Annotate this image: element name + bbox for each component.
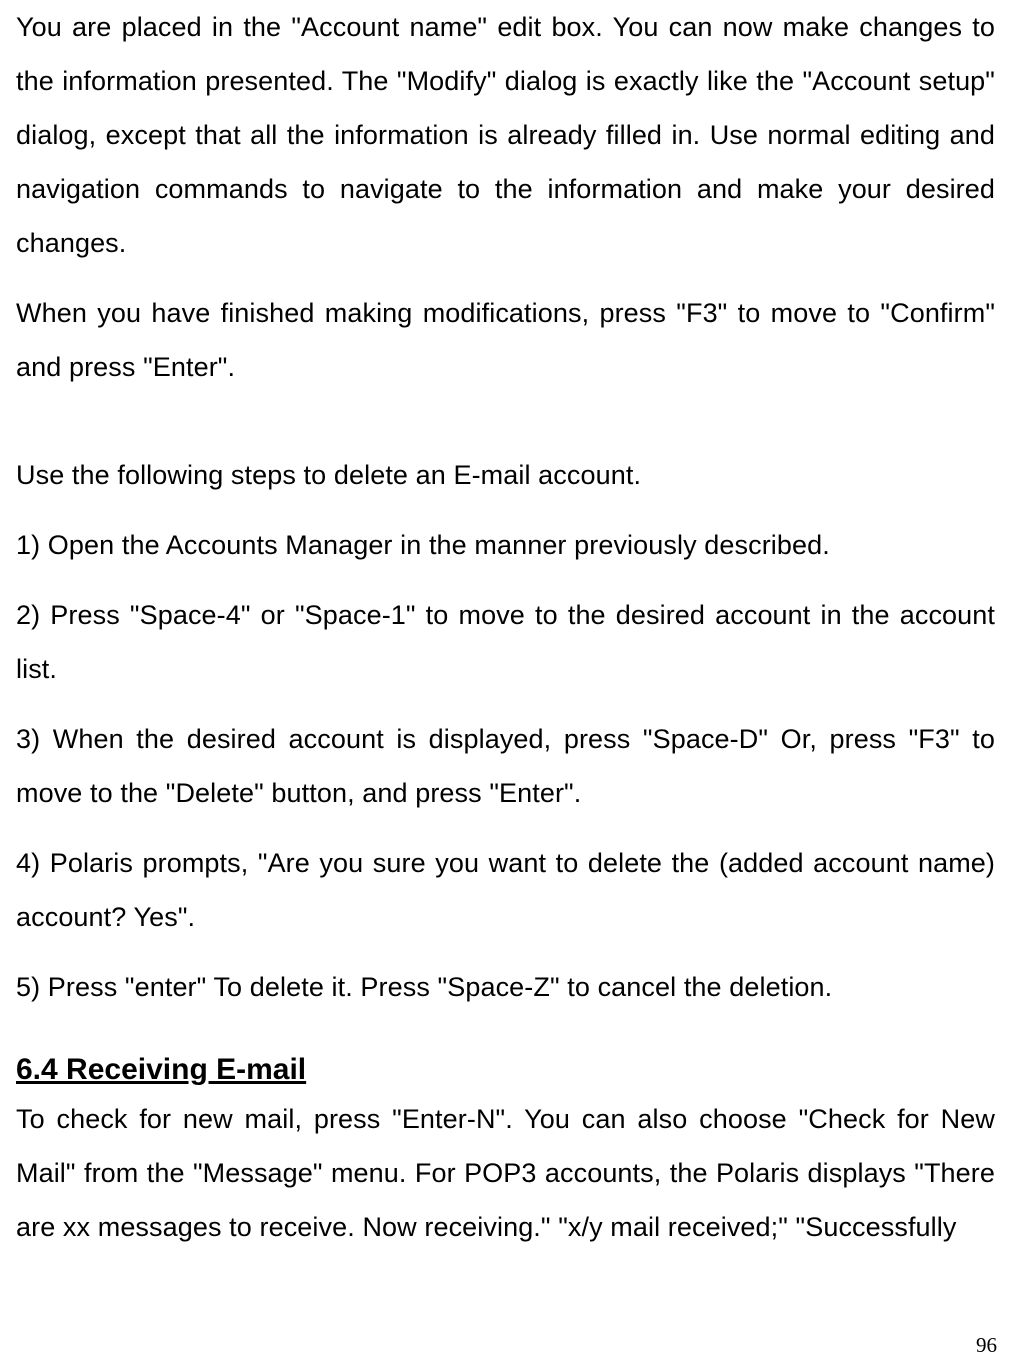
spacer bbox=[16, 944, 995, 960]
paragraph-delete-intro: Use the following steps to delete an E-m… bbox=[16, 448, 995, 502]
section-heading-receiving-email: 6.4 Receiving E-mail bbox=[16, 1014, 995, 1092]
paragraph-intro: You are placed in the "Account name" edi… bbox=[16, 0, 995, 270]
spacer bbox=[16, 696, 995, 712]
step-4: 4) Polaris prompts, "Are you sure you wa… bbox=[16, 836, 995, 944]
step-1: 1) Open the Accounts Manager in the mann… bbox=[16, 518, 995, 572]
step-2: 2) Press "Space-4" or "Space-1" to move … bbox=[16, 588, 995, 696]
step-5: 5) Press "enter" To delete it. Press "Sp… bbox=[16, 960, 995, 1014]
step-3: 3) When the desired account is displayed… bbox=[16, 712, 995, 820]
spacer bbox=[16, 502, 995, 518]
spacer bbox=[16, 394, 995, 448]
page-number: 96 bbox=[976, 1333, 997, 1358]
paragraph-confirm: When you have finished making modificati… bbox=[16, 286, 995, 394]
document-page: You are placed in the "Account name" edi… bbox=[0, 0, 1011, 1254]
paragraph-receiving-body: To check for new mail, press "Enter-N". … bbox=[16, 1092, 995, 1254]
spacer bbox=[16, 572, 995, 588]
spacer bbox=[16, 820, 995, 836]
spacer bbox=[16, 270, 995, 286]
